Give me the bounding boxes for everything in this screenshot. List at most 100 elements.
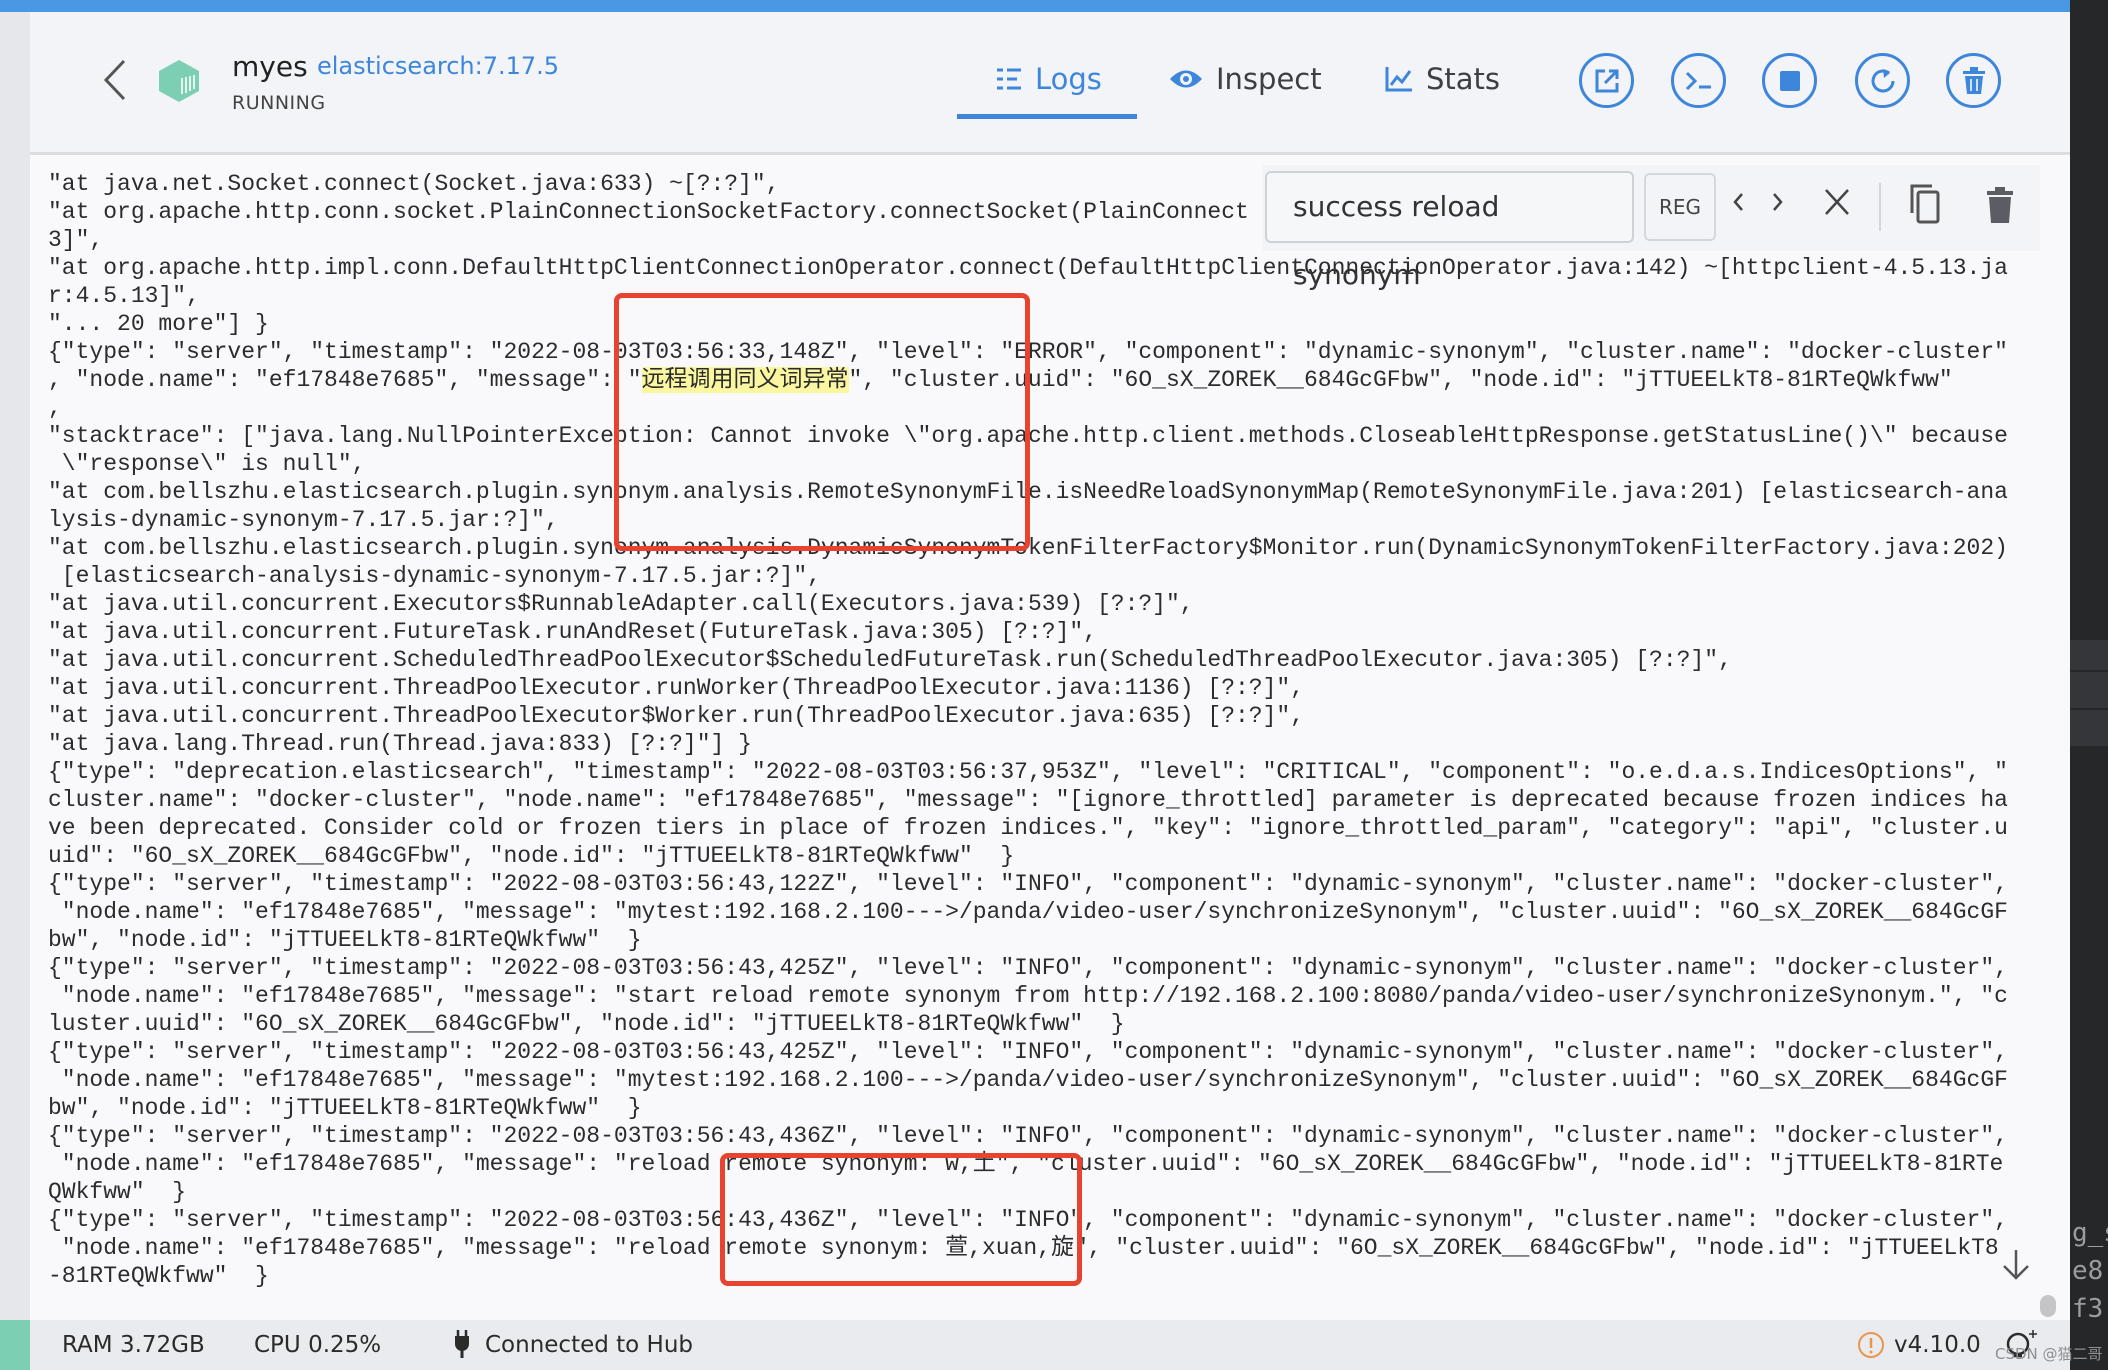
log-text: "node.name": "ef17848e7685", "message": … [48,1067,2008,1093]
regex-toggle[interactable]: REG [1644,173,1716,241]
close-icon [1825,189,1849,215]
scroll-to-bottom-button[interactable] [2000,1248,2032,1284]
log-text: {"type": "server", "timestamp": "2022-08… [48,955,2008,981]
log-text: "at java.util.concurrent.ScheduledThread… [48,647,1732,673]
log-line: uid": "6O_sX_ZOREK__684GcGFbw", "node.id… [48,842,2008,870]
chevron-left-icon [1733,193,1743,211]
active-tab-indicator [957,114,1137,119]
scrollbar[interactable] [2040,1295,2056,1317]
log-text: 3]", [48,227,104,253]
app-version: v4.10.0 [1894,1332,1981,1358]
log-text: , [48,395,62,421]
log-text: {"type": "deprecation.elasticsearch", "t… [48,759,2008,785]
list-icon [997,68,1021,90]
log-text: "at java.util.concurrent.Executors$Runna… [48,591,1194,617]
tab-label: Stats [1426,62,1501,96]
toolbar-divider [1879,183,1881,231]
log-text: , "node.name": "ef17848e7685", "message"… [48,367,642,393]
log-line: "node.name": "ef17848e7685", "message": … [48,1066,2008,1094]
update-info-icon[interactable] [1857,1330,1885,1366]
log-text: "... 20 more"] } [48,311,269,337]
log-line: bw", "node.id": "jTTUEELkT8-81RTeQWkfww"… [48,1094,2008,1122]
close-search-button[interactable] [1822,185,1852,223]
log-line: "at java.util.concurrent.ThreadPoolExecu… [48,702,2008,730]
tab-label: Inspect [1216,62,1322,96]
log-line: "node.name": "ef17848e7685", "message": … [48,982,2008,1010]
log-text: "at java.util.concurrent.ThreadPoolExecu… [48,703,1305,729]
background-text: e8 [2072,1256,2104,1286]
log-text: "node.name": "ef17848e7685", "message": … [48,983,2008,1009]
log-text: r:4.5.13]", [48,283,200,309]
log-line: ve been deprecated. Consider cold or fro… [48,814,2008,842]
external-link-icon [1595,69,1618,92]
log-line: [elasticsearch-analysis-dynamic-synonym-… [48,562,2008,590]
log-text: luster.uuid": "6O_sX_ZOREK__684GcGFbw", … [48,1011,1125,1037]
log-line: "at java.util.concurrent.ScheduledThread… [48,646,2008,674]
copy-logs-button[interactable] [1908,183,1944,229]
log-text: {"type": "server", "timestamp": "2022-08… [48,1039,2008,1065]
trash-icon [1962,66,1985,94]
log-line: "node.name": "ef17848e7685", "message": … [48,898,2008,926]
log-text: "at java.lang.Thread.run(Thread.java:833… [48,731,752,757]
log-text: "node.name": "ef17848e7685", "message": … [48,899,2008,925]
hub-status[interactable]: Connected to Hub [485,1332,693,1358]
stop-icon [1779,70,1800,91]
log-text: "at java.util.concurrent.FutureTask.runA… [48,619,1097,645]
restart-icon [1871,68,1894,92]
arrow-down-icon [2003,1250,2029,1280]
image-link[interactable]: elasticsearch:7.17.5 [317,52,559,80]
cpu-usage: CPU 0.25% [254,1332,382,1358]
plug-icon [454,1330,470,1364]
left-sidebar-edge [0,12,30,1320]
log-line: {"type": "server", "timestamp": "2022-08… [48,954,2008,982]
delete-button[interactable] [1946,53,2001,108]
next-match-button[interactable] [1768,185,1788,223]
log-text: uid": "6O_sX_ZOREK__684GcGFbw", "node.id… [48,843,1015,869]
log-line: luster.uuid": "6O_sX_ZOREK__684GcGFbw", … [48,1010,2008,1038]
tab-stats[interactable]: Stats [1384,62,1500,96]
log-text: QWkfww" } [48,1179,187,1205]
window-top-bar [0,0,2070,12]
cli-button[interactable] [1671,53,1726,108]
status-indicator [0,1320,30,1370]
log-line: "at java.util.concurrent.Executors$Runna… [48,590,2008,618]
back-button[interactable] [100,57,130,107]
trash-icon [1987,187,2013,223]
copy-icon [1910,184,1940,224]
log-line: {"type": "server", "timestamp": "2022-08… [48,1038,2008,1066]
log-text: bw", "node.id": "jTTUEELkT8-81RTeQWkfww"… [48,927,642,953]
stop-button[interactable] [1762,53,1817,108]
tab-label: Logs [1035,62,1102,96]
open-in-browser-button[interactable] [1579,53,1634,108]
tab-logs[interactable]: Logs [995,62,1102,96]
log-line: {"type": "server", "timestamp": "2022-08… [48,870,2008,898]
restart-button[interactable] [1855,53,1910,108]
log-line: "at java.util.concurrent.FutureTask.runA… [48,618,2008,646]
log-line: "at java.util.concurrent.ThreadPoolExecu… [48,674,2008,702]
log-text: -81RTeQWkfww" } [48,1263,269,1289]
log-line: bw", "node.id": "jTTUEELkT8-81RTeQWkfww"… [48,926,2008,954]
chevron-right-icon [1773,193,1783,211]
container-status: RUNNING [232,92,326,114]
chevron-left-icon [103,59,126,101]
terminal-icon [1685,71,1711,90]
log-text: {"type": "server", "timestamp": "2022-08… [48,1123,2008,1149]
tab-inspect[interactable]: Inspect [1168,62,1322,96]
log-line: "at java.lang.Thread.run(Thread.java:833… [48,730,2008,758]
background-window [2070,0,2108,1370]
status-bar: RAM 3.72GB CPU 0.25% Connected to Hub v4… [0,1320,2070,1370]
previous-match-button[interactable] [1728,185,1748,223]
log-text: \"response\" is null", [48,451,366,477]
annotation-box [614,293,1030,551]
log-line: "at org.apache.http.impl.conn.DefaultHtt… [48,254,2008,282]
watermark: CSDN @猫二哥 [1995,1345,2103,1363]
eye-icon [1170,70,1202,88]
log-text: "at java.net.Socket.connect(Socket.java:… [48,171,780,197]
log-text: ve been deprecated. Consider cold or fro… [48,815,2008,841]
clear-logs-button[interactable] [1987,187,2013,227]
search-input[interactable]: success reload synonym [1265,171,1634,291]
log-text: [elasticsearch-analysis-dynamic-synonym-… [48,563,821,589]
container-name: myes [232,50,308,83]
log-text: bw", "node.id": "jTTUEELkT8-81RTeQWkfww"… [48,1095,642,1121]
log-text: "at org.apache.http.conn.socket.PlainCon… [48,199,1249,225]
